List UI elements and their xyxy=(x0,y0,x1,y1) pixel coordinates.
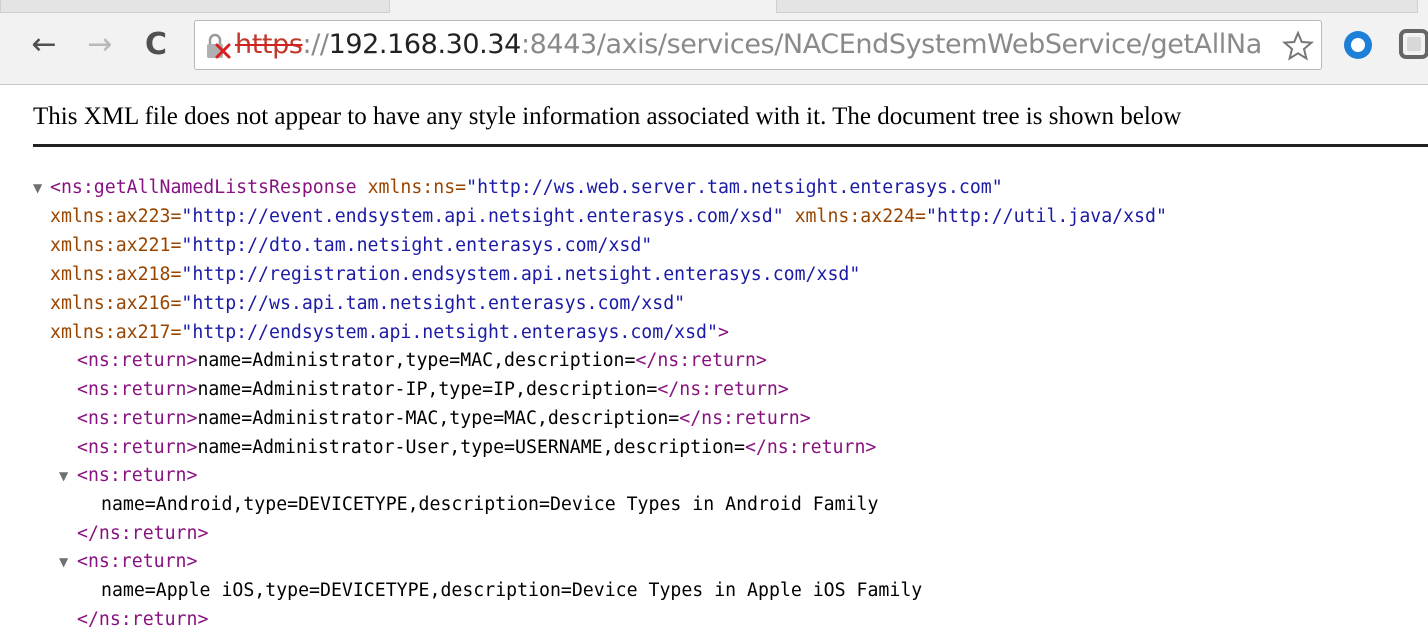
xml-close-tag: </ns:return> xyxy=(744,437,877,458)
collapse-triangle-icon[interactable]: ▼ xyxy=(33,174,42,202)
tab-strip-right xyxy=(776,0,1418,13)
broken-lock-icon[interactable] xyxy=(203,31,233,61)
extension-square-icon[interactable] xyxy=(1398,27,1428,63)
xml-attr-value: "http://dto.tam.netsight.enterasys.com/x… xyxy=(181,235,653,256)
xml-attr-line: xmlns:ax217="http://endsystem.api.netsig… xyxy=(50,319,729,347)
xml-attr-value: "http://registration.endsystem.api.netsi… xyxy=(181,264,861,285)
xml-return-line: <ns:return>name=Administrator-MAC,type=M… xyxy=(77,405,811,433)
no-style-notice: This XML file does not appear to have an… xyxy=(33,103,1182,130)
xml-attr-name: xmlns:ns= xyxy=(367,177,467,198)
xml-open-tag: <ns:return> xyxy=(77,379,198,400)
xml-text: name=Administrator,type=MAC,description= xyxy=(197,350,636,371)
reload-button[interactable]: C xyxy=(138,26,174,62)
xml-text: name=Administrator-IP,type=IP,descriptio… xyxy=(197,379,658,400)
address-bar[interactable]: https://192.168.30.34:8443/axis/services… xyxy=(194,20,1322,70)
reload-icon: C xyxy=(144,26,168,62)
xml-return-line: <ns:return>name=Administrator-IP,type=IP… xyxy=(77,376,789,404)
xml-text: name=Administrator-User,type=USERNAME,de… xyxy=(197,437,745,458)
xml-close-tag: </ns:return> xyxy=(77,523,209,544)
xml-close-tag: </ns:return> xyxy=(635,350,767,371)
xml-close-tag: </ns:return> xyxy=(657,379,789,400)
xml-attr-value: "http://util.java/xsd" xyxy=(926,206,1167,227)
xml-attr-line: xmlns:ax223="http://event.endsystem.api.… xyxy=(50,203,1167,231)
xml-attr-name: xmlns:ax224= xyxy=(783,206,927,227)
xml-close-tag: </ns:return> xyxy=(679,408,811,429)
tab-strip-left xyxy=(0,0,390,13)
xml-attr-value: "http://event.endsystem.api.netsight.ent… xyxy=(181,206,784,227)
extension-ring-icon[interactable] xyxy=(1340,27,1376,63)
browser-toolbar: ← → C https://192.168.30.34:8443/axis/se… xyxy=(0,0,1428,85)
xml-open-tag: <ns:return> xyxy=(77,437,198,458)
xml-attr-value: "http://ws.web.server.tam.netsight.enter… xyxy=(466,177,1003,198)
xml-attr-name: xmlns:ax221= xyxy=(50,235,182,256)
xml-attr-line: xmlns:ax221="http://dto.tam.netsight.ent… xyxy=(50,232,652,260)
xml-attr-name: xmlns:ax217= xyxy=(50,322,182,343)
back-arrow-icon: ← xyxy=(31,26,57,62)
xml-attr-line: xmlns:ax216="http://ws.api.tam.netsight.… xyxy=(50,290,685,318)
url-text: https://192.168.30.34:8443/axis/services… xyxy=(235,26,1262,64)
xml-open-tag: <ns:return> xyxy=(77,551,198,572)
xml-tag-close-bracket: > xyxy=(717,322,729,343)
xml-text: name=Administrator-MAC,type=MAC,descript… xyxy=(197,408,680,429)
xml-return-line: <ns:return>name=Administrator-User,type=… xyxy=(77,434,876,462)
xml-text: name=Apple iOS,type=DEVICETYPE,descripti… xyxy=(101,580,923,601)
xml-return-open-line: <ns:return> xyxy=(77,462,197,490)
xml-text-line: name=Android,type=DEVICETYPE,description… xyxy=(101,491,878,519)
xml-attr-name: xmlns:ax223= xyxy=(50,206,182,227)
notice-divider xyxy=(33,144,1428,147)
xml-close-tag: </ns:return> xyxy=(77,609,209,630)
xml-open-tag: <ns:return> xyxy=(77,408,198,429)
xml-attr-name: xmlns:ax216= xyxy=(50,293,182,314)
star-glyph xyxy=(1282,30,1314,61)
collapse-triangle-icon[interactable]: ▼ xyxy=(59,548,68,576)
xml-return-line: <ns:return>name=Administrator,type=MAC,d… xyxy=(77,347,767,375)
xml-root-open-line: <ns:getAllNamedListsResponse xmlns:ns="h… xyxy=(50,174,1003,202)
xml-attr-value: "http://ws.api.tam.netsight.enterasys.co… xyxy=(181,293,686,314)
forward-button[interactable]: → xyxy=(82,26,118,62)
back-button[interactable]: ← xyxy=(26,26,62,62)
xml-return-close-line: </ns:return> xyxy=(77,606,208,634)
xml-text: name=Android,type=DEVICETYPE,description… xyxy=(101,494,879,515)
url-scheme-separator: :// xyxy=(302,29,329,60)
xml-open-tag: <ns:return> xyxy=(77,465,198,486)
url-scheme: https xyxy=(235,29,303,60)
xml-return-open-line: <ns:return> xyxy=(77,548,197,576)
bookmark-star-icon[interactable] xyxy=(1279,27,1317,65)
xml-text-line: name=Apple iOS,type=DEVICETYPE,descripti… xyxy=(101,577,922,605)
collapse-triangle-icon[interactable]: ▼ xyxy=(59,462,68,490)
url-host: 192.168.30.34 xyxy=(328,29,522,60)
url-path: :8443/axis/services/NACEndSystemWebServi… xyxy=(520,29,1262,60)
forward-arrow-icon: → xyxy=(87,26,113,62)
xml-attr-name: xmlns:ax218= xyxy=(50,264,182,285)
xml-return-close-line: </ns:return> xyxy=(77,520,208,548)
xml-attr-value: "http://endsystem.api.netsight.enterasys… xyxy=(181,322,718,343)
xml-open-tag: <ns:return> xyxy=(77,350,198,371)
xml-tag: <ns:getAllNamedListsResponse xyxy=(50,177,357,198)
xml-attr-line: xmlns:ax218="http://registration.endsyst… xyxy=(50,261,860,289)
